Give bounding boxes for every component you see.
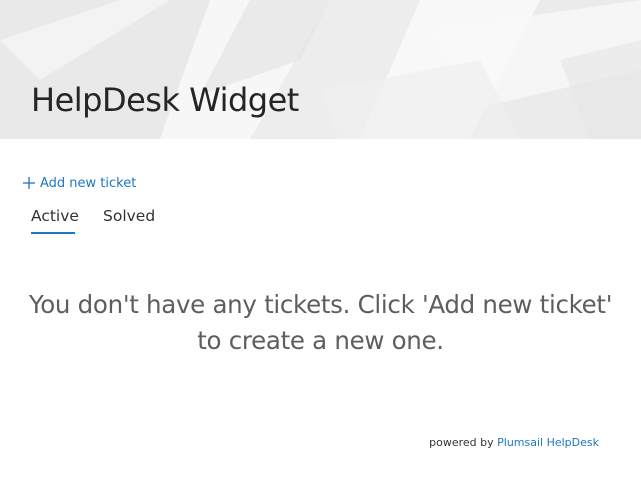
add-new-ticket-label: Add new ticket — [40, 175, 137, 191]
add-new-ticket-link[interactable]: Add new ticket — [22, 174, 136, 192]
powered-by-footer: powered by Plumsail HelpDesk — [429, 436, 599, 449]
powered-by-text: powered by — [429, 436, 494, 449]
plus-icon — [23, 177, 35, 189]
empty-state-line-1: You don't have any tickets. Click 'Add n… — [28, 290, 613, 319]
page-title: HelpDesk Widget — [31, 81, 299, 119]
plumsail-helpdesk-link[interactable]: Plumsail HelpDesk — [497, 436, 599, 449]
empty-state-message: You don't have any tickets. Click 'Add n… — [10, 287, 631, 359]
tab-solved[interactable]: Solved — [103, 206, 155, 226]
empty-state-line-2: to create a new one. — [197, 326, 444, 355]
active-tab-indicator — [31, 232, 75, 234]
header-banner: HelpDesk Widget — [0, 0, 641, 139]
tab-active[interactable]: Active — [31, 206, 79, 226]
